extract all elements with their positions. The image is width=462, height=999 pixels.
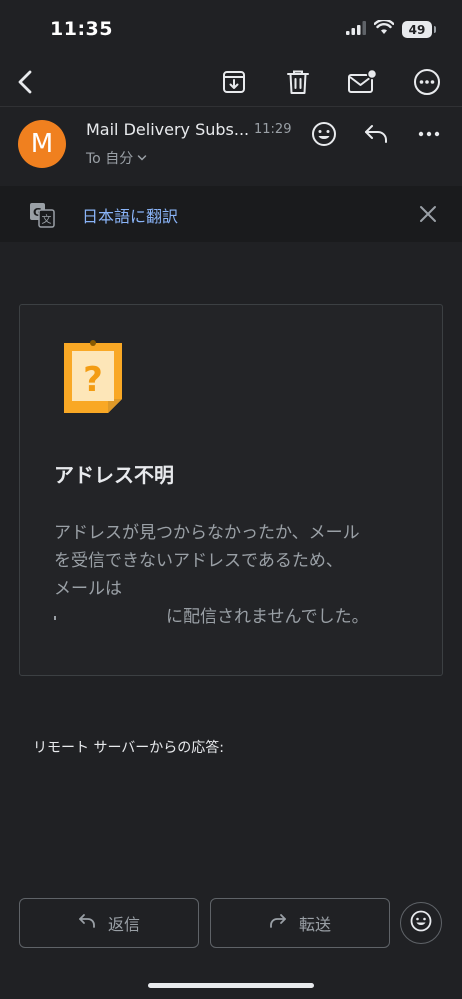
reply-icon[interactable] [360,118,392,150]
message-time: 11:29 [254,122,292,137]
translate-bar: G 文 日本語に翻訳 [0,186,462,242]
email-view: 11:35 49 M Mail Delivery Subs... 11:29 T… [0,0,462,999]
toolbar [0,58,462,106]
question-note-icon: ? [62,339,124,419]
chevron-down-icon [137,150,147,166]
svg-text:文: 文 [42,213,52,226]
wifi-icon [373,18,395,39]
emoji-reaction-button[interactable] [400,902,442,944]
card-body-line: に配信されませんでした。 [166,607,369,627]
card-body: アドレスが見つからなかったか、メール を受信できないアドレスであるため、 メール… [54,519,414,631]
more-horizontal-icon[interactable] [413,118,445,150]
forward-button[interactable]: 転送 [210,898,390,948]
translate-link[interactable]: 日本語に翻訳 [82,203,178,227]
home-indicator[interactable] [148,983,314,988]
message-header: M Mail Delivery Subs... 11:29 To 自分 [0,108,462,184]
status-bar: 11:35 49 [0,0,462,58]
status-time: 11:35 [50,18,113,40]
translate-icon: G 文 [29,202,55,232]
mark-unread-icon[interactable] [344,64,380,100]
card-body-line: メールは [54,579,122,599]
recipient-toggle[interactable]: To 自分 [86,148,147,168]
more-icon[interactable] [409,64,445,100]
trash-icon[interactable] [280,64,316,100]
signal-icon [346,20,366,39]
svg-text:?: ? [83,360,103,400]
battery-icon: 49 [402,21,436,38]
redacted-mark [54,616,56,620]
avatar[interactable]: M [18,120,66,168]
card-body-line-row: に配信されませんでした。 [54,603,414,631]
toolbar-divider [0,106,462,107]
card-body-line: を受信できないアドレスであるため、 [54,551,343,571]
emoji-reaction-icon[interactable] [308,118,340,150]
close-icon[interactable] [418,204,438,228]
card-title: アドレス不明 [54,463,174,487]
forward-icon [269,913,287,933]
emoji-icon [410,910,432,936]
sender-name[interactable]: Mail Delivery Subs... [86,120,249,139]
recipient-label: To 自分 [86,151,134,167]
reply-button[interactable]: 返信 [19,898,199,948]
archive-icon[interactable] [216,64,252,100]
forward-label: 転送 [298,915,331,934]
reply-label: 返信 [107,915,140,934]
status-icons: 49 [346,18,436,39]
reply-icon [78,913,96,933]
card-body-line: アドレスが見つからなかったか、メール [54,523,360,543]
server-response-label: リモート サーバーからの応答: [33,740,225,756]
back-icon[interactable] [8,64,44,100]
bounce-card: ? アドレス不明 アドレスが見つからなかったか、メール を受信できないアドレスで… [19,304,443,676]
